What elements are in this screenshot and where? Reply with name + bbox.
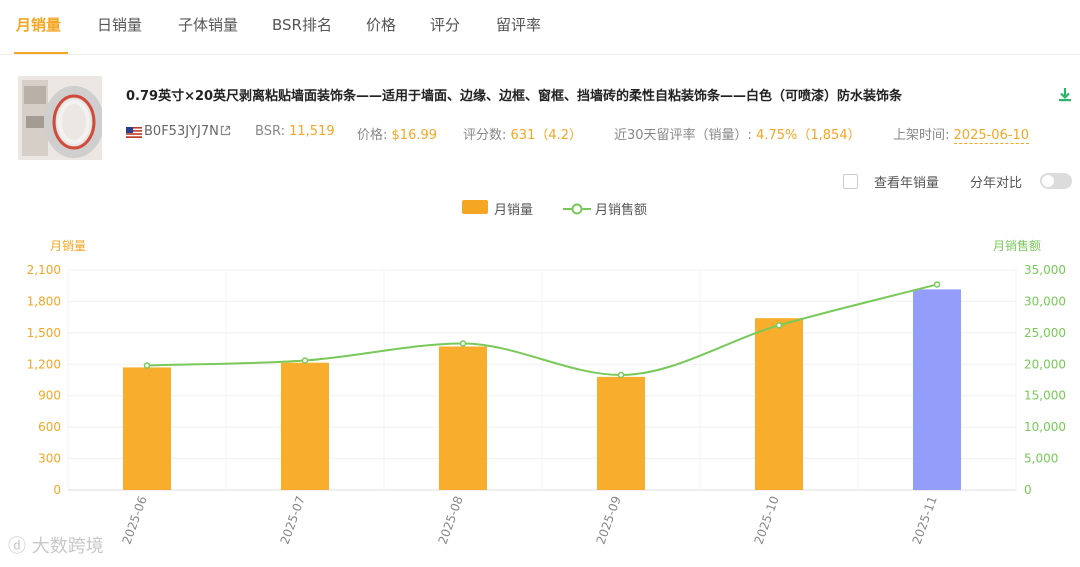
x-tick-label-2025-11: 2025-11 [910,494,940,546]
revenue-point-2025-07 [301,357,309,364]
y-tick-label-right: 20,000 [1024,357,1066,371]
watermark-text: 大数跨境 [31,536,104,557]
y-tick-label-right: 5,000 [1024,452,1058,466]
x-tick-label-2025-06: 2025-06 [120,494,150,546]
bar-2025-09 [597,376,645,490]
bar-2025-06 [123,367,171,490]
revenue-point-2025-10 [775,322,783,329]
x-tick-label-2025-09: 2025-09 [594,494,624,546]
x-tick-label-2025-10: 2025-10 [752,494,782,546]
bar-2025-07 [281,362,329,490]
y-tick-label-left: 0 [53,483,61,497]
y-tick-label-right: 0 [1024,483,1032,497]
bar-2025-10 [755,318,803,490]
revenue-point-2025-09 [617,371,625,379]
y-tick-label-left: 900 [38,389,61,403]
y-tick-label-left: 1,200 [27,357,61,371]
y-tick-label-left: 1,500 [27,326,61,340]
bar-2025-11 [913,289,961,490]
y-tick-label-right: 35,000 [1024,263,1066,277]
y-tick-label-left: 600 [38,420,61,434]
y-tick-label-right: 15,000 [1024,389,1066,403]
y-axis-title-left: 月销量 [50,239,86,253]
watermark-logo-icon: ⓓ [8,536,32,557]
watermark: ⓓ 大数跨境 [8,532,104,558]
revenue-point-2025-11 [933,281,941,288]
y-tick-label-right: 30,000 [1024,294,1066,308]
y-tick-label-left: 1,800 [27,294,61,308]
bar-2025-08 [439,346,487,490]
revenue-point-2025-06 [143,362,151,369]
y-axis-title-right: 月销售额 [993,238,1041,253]
revenue-point-2025-08 [459,340,467,347]
x-tick-label-2025-08: 2025-08 [436,494,466,546]
y-tick-label-right: 25,000 [1024,326,1066,340]
y-tick-label-left: 2,100 [27,263,61,277]
y-tick-label-right: 10,000 [1024,420,1066,434]
y-tick-label-left: 300 [38,452,61,466]
x-tick-label-2025-07: 2025-07 [278,494,308,546]
sales-chart: 月销量 月销售额 0 0 300 5,000 600 10,000 900 15,000 1,200… [27,238,1066,546]
